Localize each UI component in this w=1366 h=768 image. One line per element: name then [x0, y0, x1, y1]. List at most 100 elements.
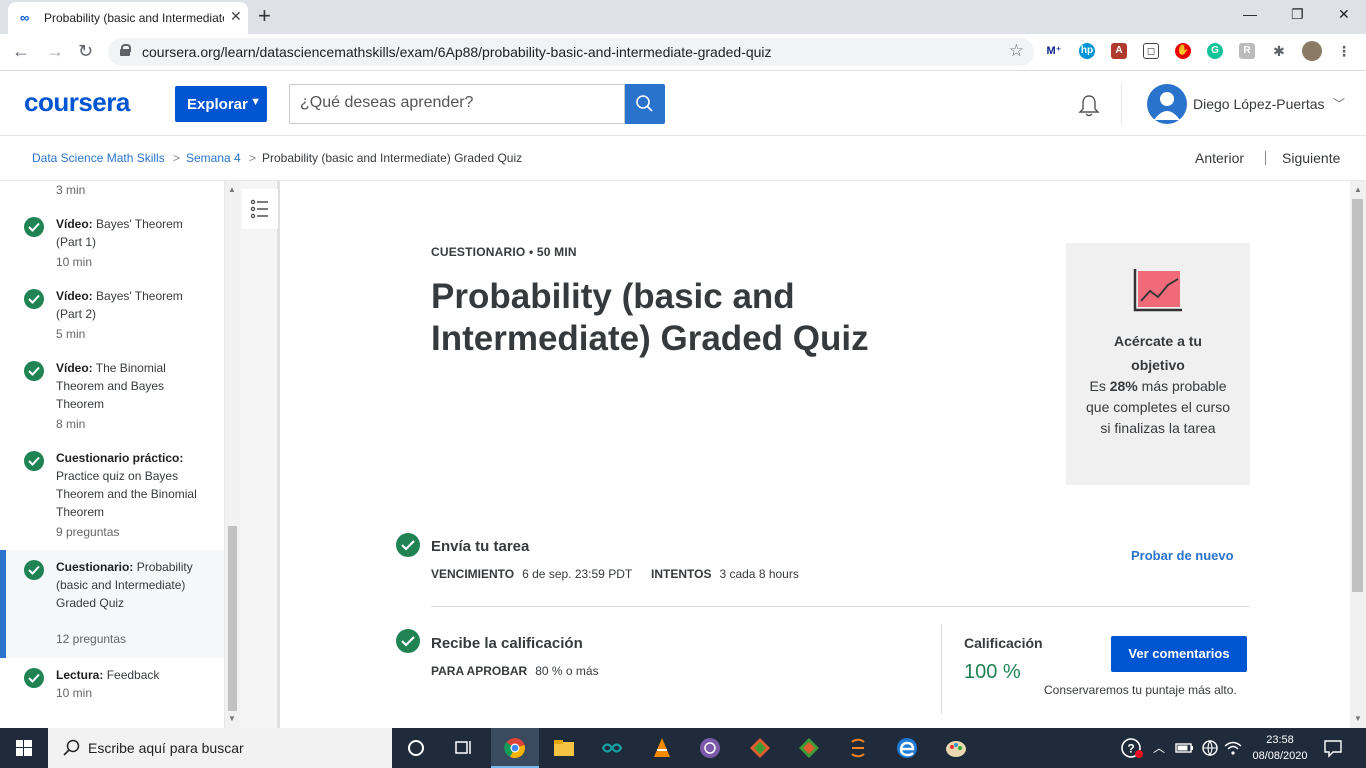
browser-tab-bar: ∞ Probability (basic and Intermediate ✕ … [0, 0, 1366, 34]
outline-toggle-button[interactable] [242, 189, 278, 229]
sidebar-item-binomial[interactable]: Vídeo: The Binomial Theorem and Bayes Th… [0, 353, 224, 441]
item-meta: 12 preguntas [56, 632, 127, 646]
breadcrumb-course[interactable]: Data Science Math Skills [32, 151, 165, 165]
clock-date: 08/08/2020 [1252, 750, 1308, 762]
tab-close-icon[interactable]: ✕ [230, 8, 242, 25]
scroll-down-arrow-icon[interactable]: ▼ [1354, 714, 1362, 723]
sidebar-item-practice-quiz[interactable]: Cuestionario práctico: Practice quiz on … [0, 443, 224, 549]
minimize-button[interactable]: — [1243, 6, 1257, 22]
user-menu-chevron-icon[interactable]: ﹀ [1333, 95, 1345, 112]
reload-icon[interactable]: ↻ [78, 41, 93, 62]
completed-check-icon [24, 361, 44, 381]
git-gui-icon[interactable] [797, 736, 821, 760]
breadcrumb-separator: > [173, 151, 181, 165]
next-link[interactable]: Siguiente [1282, 150, 1340, 166]
search-input[interactable] [300, 94, 610, 112]
sidebar-item-feedback[interactable]: Lectura: Feedback 10 min [0, 659, 224, 711]
back-icon[interactable]: ← [12, 41, 30, 62]
search-icon [636, 95, 653, 112]
grammarly-extension-icon[interactable]: G [1207, 43, 1223, 59]
new-tab-button[interactable]: + [258, 4, 271, 28]
file-explorer-icon[interactable] [552, 736, 576, 760]
item-type: Cuestionario práctico: [56, 451, 184, 465]
main-scroll-thumb[interactable] [1352, 199, 1363, 592]
view-feedback-button[interactable]: Ver comentarios [1111, 636, 1247, 672]
breadcrumb: Data Science Math Skills > Semana 4 > Pr… [0, 136, 1366, 181]
hp-extension-icon[interactable]: hp [1079, 43, 1095, 59]
notification-center-icon[interactable] [1321, 736, 1345, 760]
item-type: Lectura: [56, 668, 104, 682]
browser-tab[interactable]: ∞ Probability (basic and Intermediate ✕ [8, 2, 248, 34]
quiz-main-panel: CUESTIONARIO • 50 MIN Probability (basic… [283, 181, 1350, 728]
page-title: Probability (basic and Intermediate) Gra… [431, 277, 869, 358]
scroll-up-arrow-icon[interactable]: ▲ [228, 185, 236, 194]
cortana-icon[interactable] [404, 736, 428, 760]
item-name: Practice quiz on Bayes Theorem and the B… [56, 469, 197, 519]
maximize-button[interactable]: ❐ [1291, 6, 1304, 23]
item-meta: 5 min [56, 327, 86, 341]
wifi-icon[interactable] [1221, 736, 1245, 760]
user-silhouette-icon [1154, 92, 1180, 120]
search-button[interactable] [625, 84, 665, 124]
main-scrollbar[interactable]: ▲ ▼ [1350, 181, 1366, 728]
taskbar-chrome-active[interactable] [491, 728, 539, 768]
user-name[interactable]: Diego López-Puertas [1193, 96, 1325, 112]
retry-link[interactable]: Probar de nuevo [1131, 548, 1234, 563]
breadcrumb-week[interactable]: Semana 4 [186, 151, 241, 165]
coursera-logo[interactable]: coursera [24, 87, 130, 118]
taskbar-search[interactable]: Escribe aquí para buscar [48, 728, 392, 768]
paint-icon[interactable] [944, 736, 968, 760]
sidebar-item-graded-quiz[interactable]: Cuestionario: Probability (basic and Int… [0, 550, 224, 658]
taskbar-clock[interactable]: 23:58 08/08/2020 [1248, 732, 1312, 764]
sidebar-item-bayes-part1[interactable]: Vídeo: Bayes' Theorem (Part 1) 10 min [0, 209, 224, 279]
previous-link[interactable]: Anterior [1195, 150, 1244, 166]
scroll-down-arrow-icon[interactable]: ▼ [228, 714, 236, 723]
network-icon[interactable] [1198, 736, 1222, 760]
item-meta: 9 preguntas [56, 525, 120, 539]
attempts: INTENTOS 3 cada 8 hours [651, 567, 799, 581]
sidebar-scroll-thumb[interactable] [228, 526, 237, 711]
task-view-icon[interactable] [452, 736, 476, 760]
arduino-icon[interactable] [600, 736, 624, 760]
breadcrumb-current: Probability (basic and Intermediate) Gra… [262, 151, 523, 165]
pass-threshold: PARA APROBAR 80 % o más [431, 664, 599, 678]
media-app-icon[interactable] [698, 736, 722, 760]
help-tray-icon[interactable]: ? [1120, 736, 1144, 760]
forward-icon[interactable]: → [46, 41, 64, 62]
grade-step-check-icon [396, 629, 420, 653]
browser-menu-icon[interactable]: ⋮ [1336, 43, 1352, 59]
item-name: Feedback [106, 668, 160, 682]
tray-chevron-up-icon[interactable]: ︿ [1153, 739, 1165, 756]
start-button[interactable] [0, 728, 48, 768]
bookmark-star-icon[interactable]: ☆ [1009, 41, 1024, 61]
close-window-button[interactable]: ✕ [1338, 6, 1350, 23]
windows-logo-icon [16, 740, 32, 756]
search-box[interactable] [289, 84, 625, 124]
scroll-up-arrow-icon[interactable]: ▲ [1354, 185, 1362, 194]
profile-avatar-icon[interactable] [1302, 41, 1322, 61]
chrome-icon [504, 738, 525, 759]
quiz-type-label: CUESTIONARIO • 50 MIN [431, 245, 577, 259]
coursera-favicon-icon: ∞ [20, 10, 30, 25]
git-app-icon[interactable] [748, 736, 772, 760]
item-meta: 10 min [56, 255, 93, 269]
sidebar-scrollbar[interactable]: ▲ ▼ [224, 181, 240, 728]
battery-icon[interactable] [1173, 736, 1197, 760]
user-avatar[interactable] [1147, 84, 1187, 124]
explore-button[interactable]: Explorar ▼ [175, 86, 267, 122]
browser-toolbar: ← → ↻ coursera.org/learn/datasciencemath… [0, 34, 1366, 71]
adblock-extension-icon[interactable]: ✋ [1175, 43, 1191, 59]
submit-step-title: Envía tu tarea [431, 538, 530, 555]
notifications-bell-icon[interactable] [1077, 94, 1101, 118]
address-bar[interactable]: coursera.org/learn/datasciencemathskills… [108, 38, 1034, 66]
pdf-extension-icon[interactable]: A [1111, 43, 1127, 59]
movistar-extension-icon[interactable]: M⁺ [1046, 43, 1062, 59]
screenshot-extension-icon[interactable]: ◻ [1143, 43, 1159, 59]
extensions-puzzle-icon[interactable]: ✱ [1271, 43, 1287, 59]
windows-taskbar: Escribe aquí para buscar ? ︿ 23:58 08/08… [0, 728, 1366, 768]
vlc-icon[interactable] [650, 736, 674, 760]
sidebar-item-bayes-part2[interactable]: Vídeo: Bayes' Theorem (Part 2) 5 min [0, 281, 224, 351]
edge-icon[interactable] [895, 736, 919, 760]
reader-extension-icon[interactable]: R [1239, 43, 1255, 59]
eclipse-icon[interactable] [846, 736, 870, 760]
